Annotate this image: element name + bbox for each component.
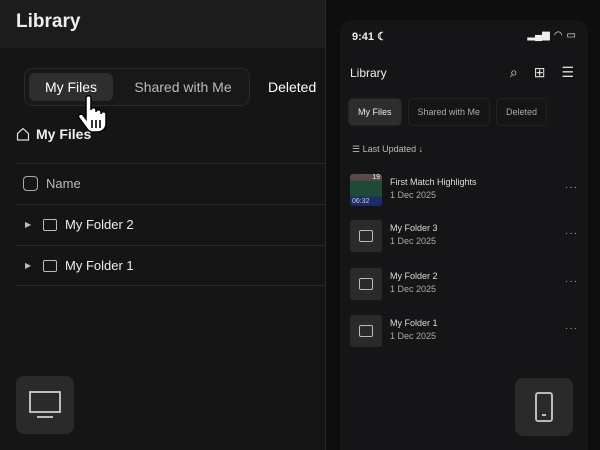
- item-date: 1 Dec 2025: [390, 284, 437, 294]
- tab-shared[interactable]: Shared with Me: [125, 73, 241, 101]
- folder-icon: [350, 268, 382, 300]
- home-icon: [16, 127, 30, 141]
- tab-bar: My Files Shared with Me: [24, 68, 250, 106]
- folder-row[interactable]: ▶ My Folder 1: [25, 258, 134, 273]
- folder-name: My Folder 2: [65, 217, 134, 232]
- item-date: 1 Dec 2025: [390, 331, 437, 341]
- item-date: 1 Dec 2025: [390, 236, 437, 246]
- list-item[interactable]: My Folder 1 1 Dec 2025 ···: [350, 315, 578, 349]
- search-icon[interactable]: ⌕: [510, 64, 518, 81]
- list-item[interactable]: 19 06:32 First Match Highlights 1 Dec 202…: [350, 174, 578, 208]
- tab-my-files[interactable]: My Files: [348, 98, 402, 126]
- more-icon[interactable]: ···: [565, 182, 578, 193]
- folder-icon: [43, 218, 57, 231]
- tab-deleted[interactable]: Deleted: [496, 98, 548, 126]
- select-all-checkbox[interactable]: [23, 176, 38, 191]
- more-icon[interactable]: ···: [565, 228, 578, 239]
- mobile-tab-bar: My Files Shared with Me Deleted: [348, 98, 548, 126]
- item-name: My Folder 3: [390, 223, 438, 233]
- item-name: My Folder 2: [390, 271, 438, 281]
- mobile-view-button[interactable]: [515, 378, 573, 436]
- more-icon[interactable]: ···: [565, 323, 578, 334]
- folder-icon: [43, 259, 57, 272]
- page-title: Library: [0, 0, 325, 48]
- wifi-icon: ◠: [553, 30, 563, 41]
- folder-name: My Folder 1: [65, 258, 134, 273]
- select-list-icon[interactable]: ☰: [561, 64, 574, 81]
- status-time: 9:41 ☾: [352, 31, 387, 43]
- item-name: My Folder 1: [390, 318, 438, 328]
- battery-icon: ▭: [566, 30, 576, 41]
- monitor-icon: [29, 391, 61, 418]
- phone-icon: [535, 392, 553, 422]
- item-name: First Match Highlights: [390, 177, 477, 187]
- folder-row[interactable]: ▶ My Folder 2: [25, 217, 134, 232]
- expand-icon[interactable]: ▶: [25, 261, 35, 270]
- signal-icon: ▂▄▆: [527, 30, 550, 41]
- list-item[interactable]: My Folder 2 1 Dec 2025 ···: [350, 268, 578, 302]
- tab-shared[interactable]: Shared with Me: [407, 98, 491, 126]
- desktop-view-button[interactable]: [16, 376, 74, 434]
- folder-icon: [350, 315, 382, 347]
- divider: [16, 204, 325, 205]
- list-item[interactable]: My Folder 3 1 Dec 2025 ···: [350, 220, 578, 254]
- folder-icon: [350, 220, 382, 252]
- new-folder-icon[interactable]: ⊞: [534, 64, 546, 81]
- mobile-title: Library: [350, 66, 387, 80]
- tab-deleted[interactable]: Deleted: [268, 79, 316, 95]
- expand-icon[interactable]: ▶: [25, 220, 35, 229]
- item-date: 1 Dec 2025: [390, 190, 437, 200]
- breadcrumb[interactable]: My Files: [16, 126, 91, 142]
- more-icon[interactable]: ···: [565, 276, 578, 287]
- divider: [16, 285, 325, 286]
- name-label: Name: [46, 176, 81, 191]
- sort-icon: ☰: [352, 144, 361, 154]
- sort-button[interactable]: ☰ Last Updated ↓: [352, 144, 423, 155]
- status-icons: ▂▄▆ ◠ ▭: [527, 30, 576, 41]
- video-thumbnail: 19 06:32: [350, 174, 382, 206]
- divider: [16, 245, 325, 246]
- divider: [16, 163, 325, 164]
- name-column-header[interactable]: Name: [23, 176, 81, 191]
- arrow-down-icon: ↓: [418, 144, 424, 154]
- breadcrumb-label: My Files: [36, 126, 92, 142]
